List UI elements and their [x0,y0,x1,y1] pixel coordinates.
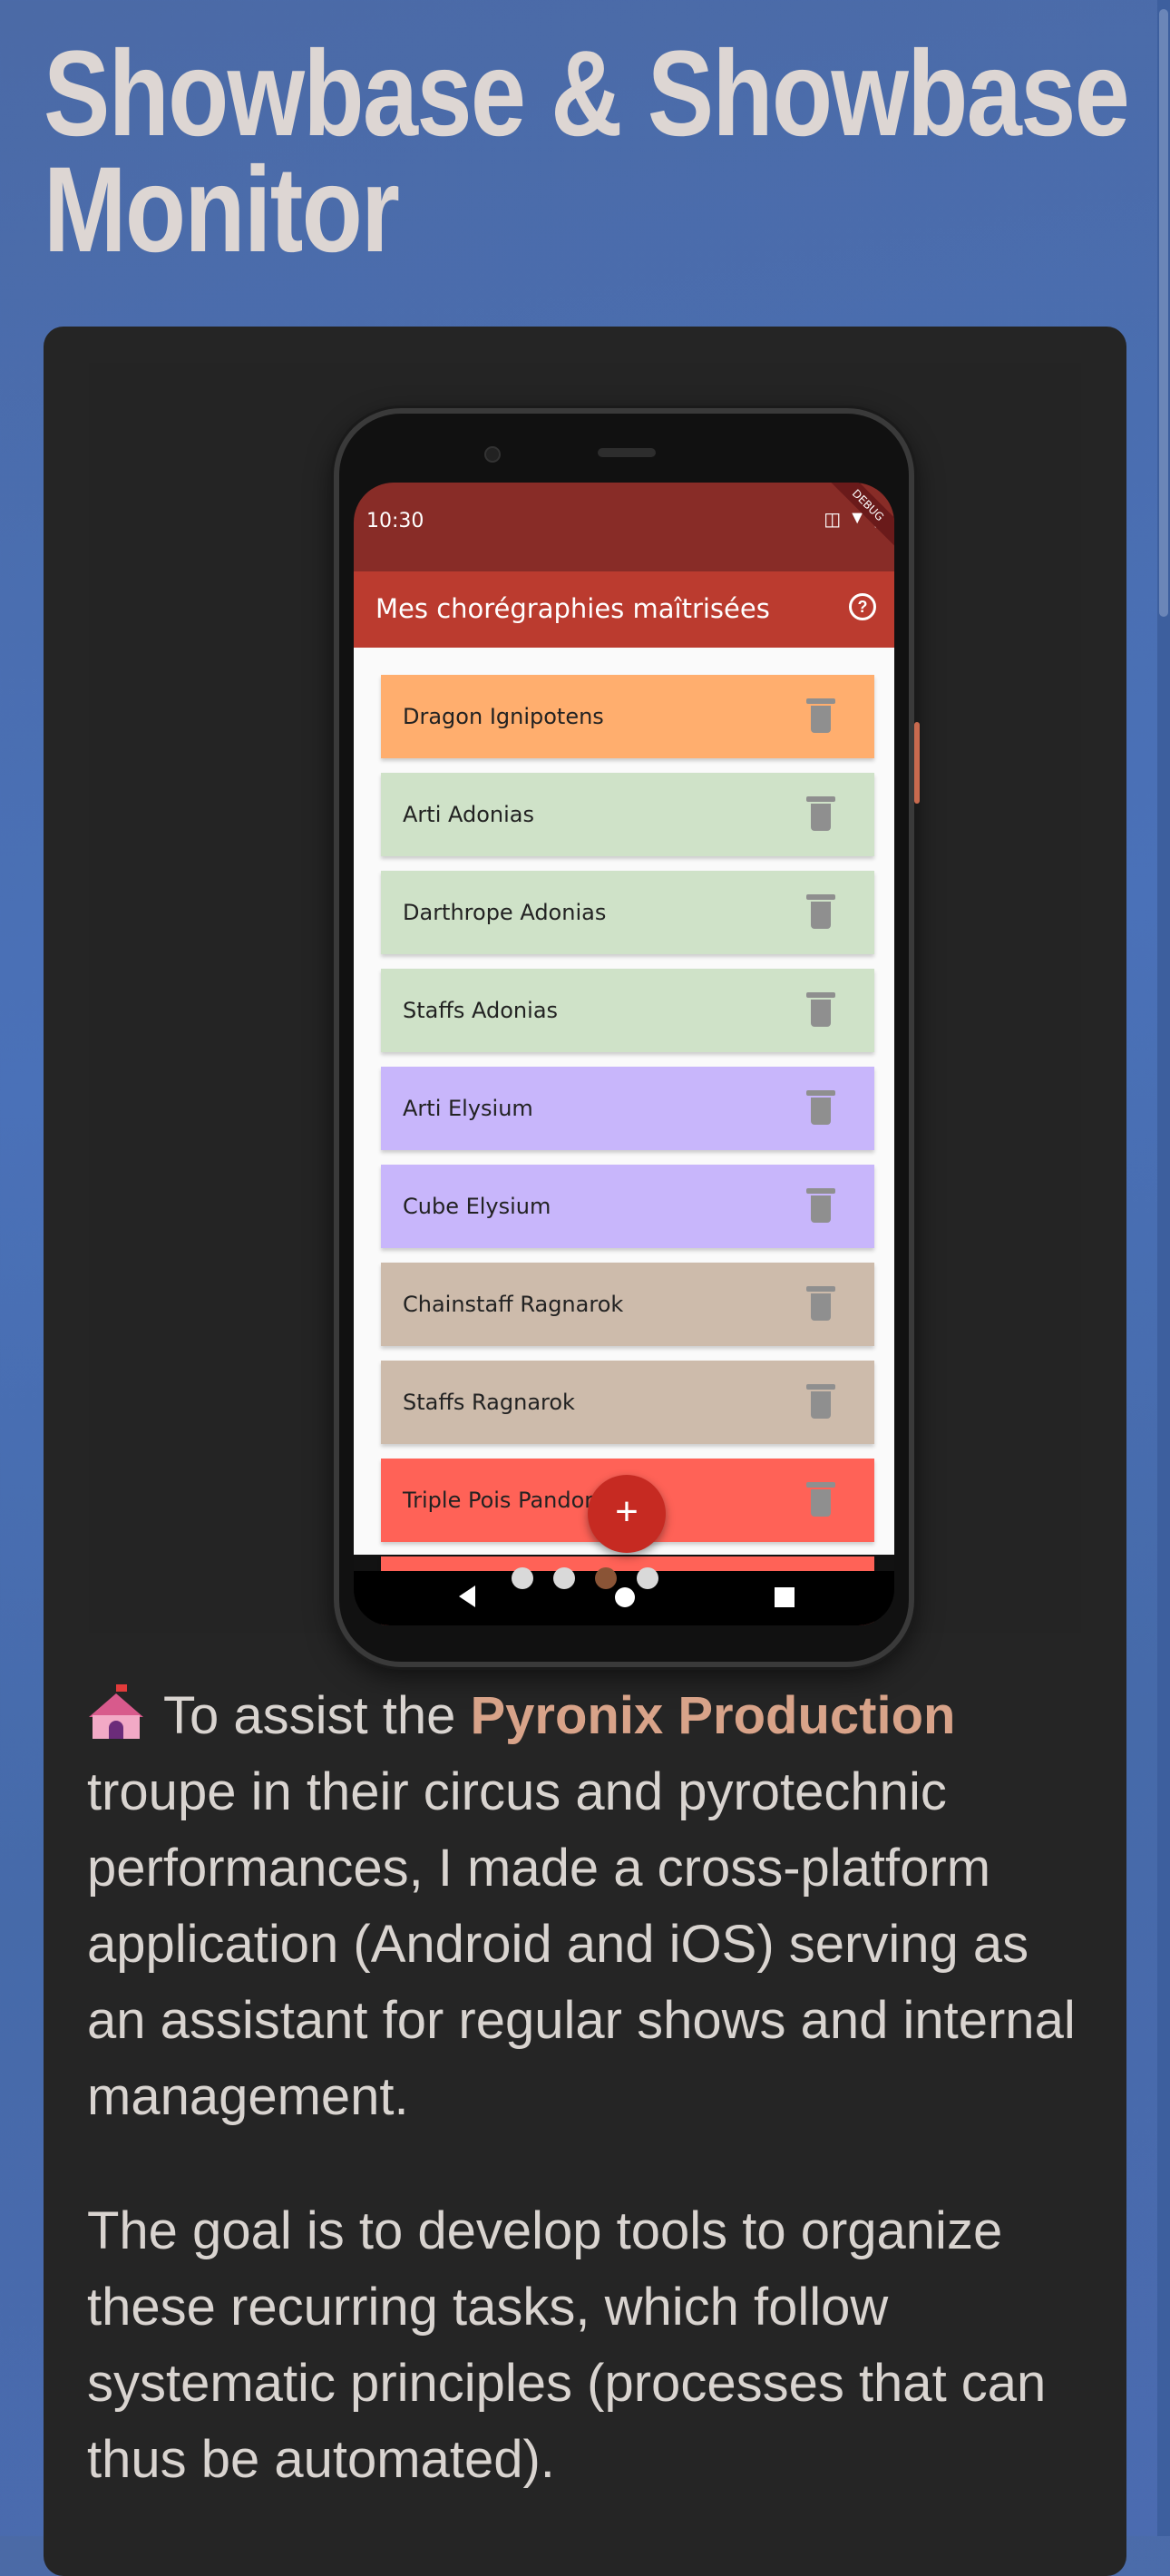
phone-camera [484,446,501,463]
phone-power-button [914,722,920,804]
description-paragraph-2: The goal is to develop tools to organize… [87,2201,1047,2489]
page-scrollbar-thumb[interactable] [1159,9,1168,617]
description-paragraph-1: To assist the Pyronix Production troupe … [87,1678,1076,2135]
page-title-line1: Showbase & Showbase [44,26,1130,161]
delete-icon[interactable] [806,796,835,831]
choreography-item[interactable]: Cube Elysium [381,1165,874,1248]
choreography-list: Dragon Ignipotens Arti Adonias Darthrope A… [354,648,894,1625]
choreography-item-label: Triple Pois Pandora [403,1488,607,1513]
screenshot-carousel[interactable]: 10:30 ◫ ▼ ▮ DEBUG Mes chorégraphies maît… [89,363,1081,1667]
delete-icon[interactable] [806,992,835,1027]
delete-icon[interactable] [806,1188,835,1223]
page-scrollbar[interactable] [1157,0,1170,2536]
choreography-item-label: Staffs Ragnarok [403,1390,575,1415]
help-icon[interactable]: ? [849,593,876,620]
page-title-line2: Monitor [44,142,400,278]
choreography-item[interactable]: Arti Adonias [381,773,874,856]
delete-icon[interactable] [806,1384,835,1419]
carousel-indicators [89,1567,1081,1594]
carousel-dot[interactable] [595,1567,617,1589]
circus-tent-icon [87,1684,145,1739]
delete-icon[interactable] [806,1090,835,1125]
choreography-item-label: Chainstaff Ragnarok [403,1292,624,1317]
carousel-dot[interactable] [637,1567,658,1589]
app-bar-title: Mes chorégraphies maîtrisées [375,593,770,624]
delete-icon[interactable] [806,1286,835,1321]
choreography-item-label: Cube Elysium [403,1194,551,1219]
delete-icon[interactable] [806,894,835,929]
project-card: 10:30 ◫ ▼ ▮ DEBUG Mes chorégraphies maît… [44,327,1126,2576]
delete-icon[interactable] [806,698,835,733]
page-title: Showbase & Showbase Monitor [44,34,1130,271]
vibrate-icon: ◫ [824,510,842,530]
choreography-item[interactable]: Chainstaff Ragnarok [381,1263,874,1346]
choreography-item-label: Staffs Adonias [403,998,559,1023]
carousel-dot[interactable] [553,1567,575,1589]
description-p1-after: troupe in their circus and pyrotechnic p… [87,1762,1076,2126]
app-bar: Mes chorégraphies maîtrisées ? [354,571,894,648]
delete-icon[interactable] [806,1482,835,1517]
choreography-item[interactable]: Arti Elysium [381,1067,874,1150]
choreography-item[interactable]: Staffs Adonias [381,969,874,1052]
choreography-item-label: Dragon Ignipotens [403,704,604,729]
choreography-item-label: Arti Elysium [403,1096,533,1121]
add-choreography-button[interactable]: + [588,1475,666,1553]
choreography-item-label: Darthrope Adonias [403,900,607,925]
phone-mockup: 10:30 ◫ ▼ ▮ DEBUG Mes chorégraphies maît… [334,408,920,1667]
description-p1-before: To assist the [163,1686,471,1745]
pyronix-production-link[interactable]: Pyronix Production [470,1686,955,1745]
phone-screen: 10:30 ◫ ▼ ▮ DEBUG Mes chorégraphies maît… [354,483,894,1625]
carousel-dot[interactable] [512,1567,533,1589]
status-time: 10:30 [366,510,424,532]
phone-speaker [598,448,656,457]
status-bar: 10:30 ◫ ▼ ▮ DEBUG [354,483,894,571]
choreography-item[interactable]: Darthrope Adonias [381,871,874,954]
choreography-item[interactable]: Dragon Ignipotens [381,675,874,758]
choreography-item-label: Arti Adonias [403,802,534,827]
choreography-item[interactable]: Staffs Ragnarok [381,1361,874,1444]
